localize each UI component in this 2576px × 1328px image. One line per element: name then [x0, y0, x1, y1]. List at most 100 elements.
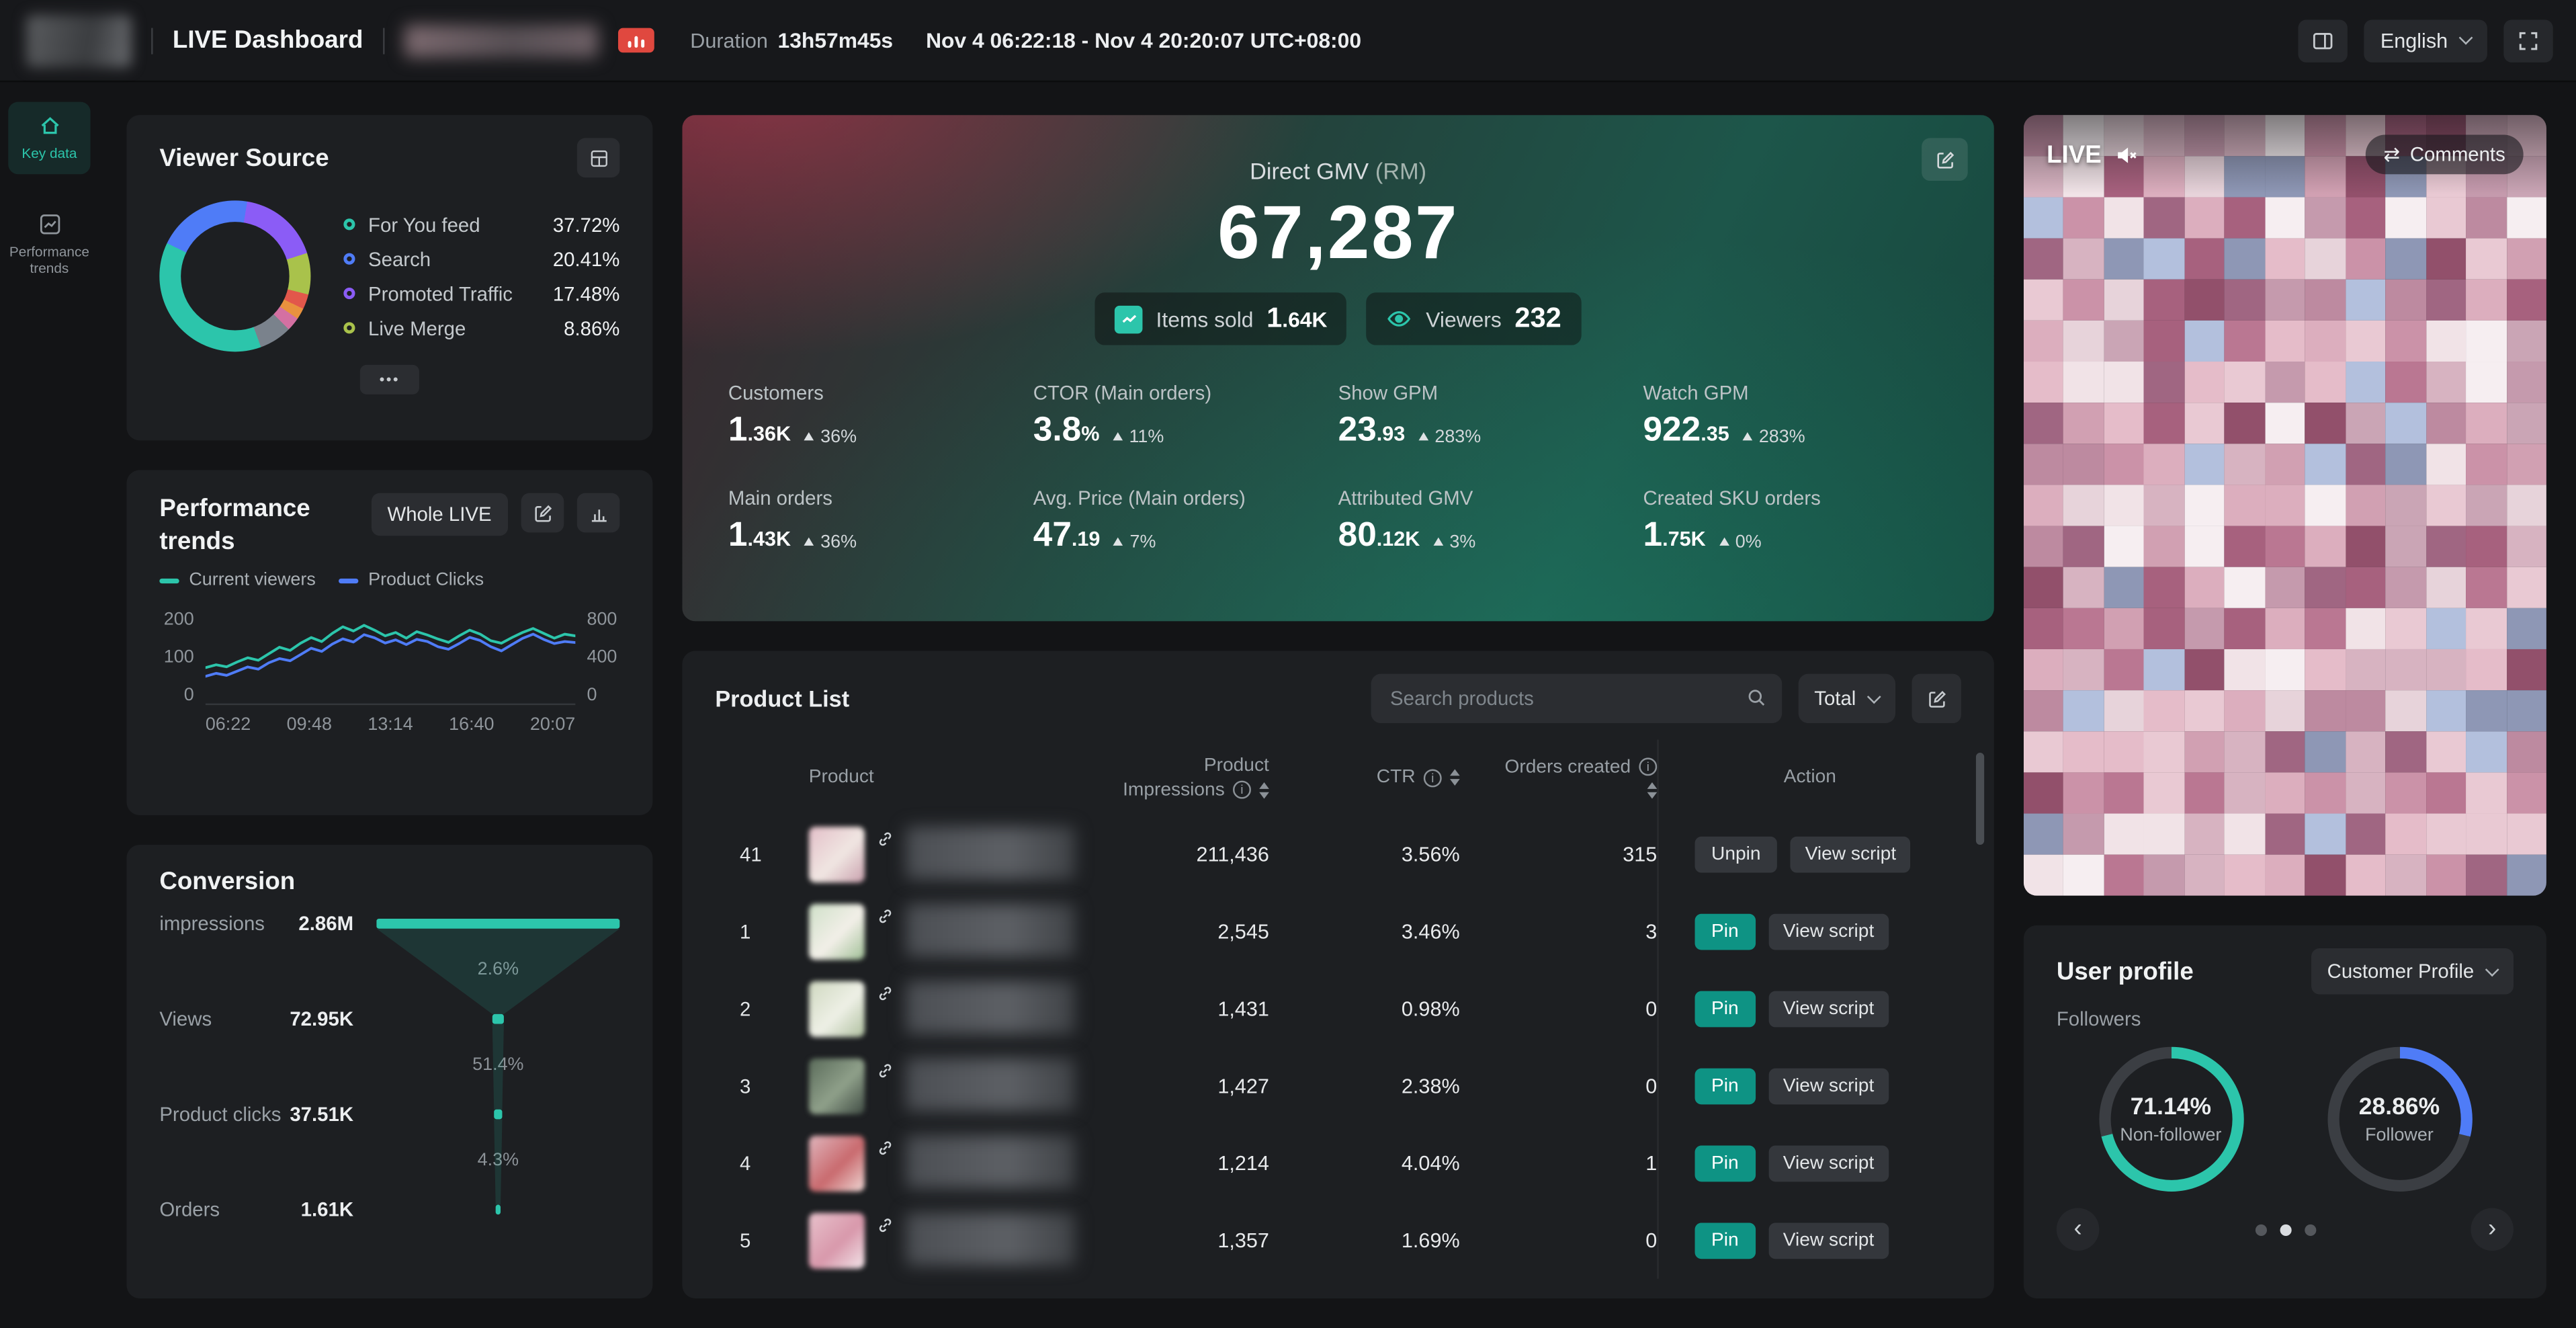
gmv-metric: Attributed GMV 80.12K 3%	[1338, 487, 1643, 556]
ctr-value: 3.46%	[1269, 919, 1460, 942]
swap-icon: ⇄	[2384, 144, 2401, 164]
link-icon[interactable]	[876, 1138, 894, 1157]
impressions-value: 211,436	[1075, 842, 1269, 865]
layout-panel-button[interactable]	[2298, 19, 2347, 62]
impressions-value: 1,214	[1075, 1151, 1269, 1174]
scrollbar[interactable]	[1976, 753, 1984, 845]
pagination-dot[interactable]	[2279, 1224, 2290, 1235]
items-sold-value: 1.64K	[1266, 302, 1327, 335]
gmv-metrics-grid: Customers 1.36K 36% CTOR (Main orders) 3…	[728, 381, 1948, 555]
y-axis-left: 2001000	[159, 610, 206, 705]
pin-button[interactable]: Pin	[1695, 990, 1756, 1026]
pin-button[interactable]: Unpin	[1695, 836, 1777, 872]
grid-icon	[588, 147, 609, 169]
ctr-value: 3.56%	[1269, 842, 1460, 865]
fullscreen-button[interactable]	[2503, 19, 2552, 62]
edit-columns-button[interactable]	[1912, 674, 1961, 723]
search-icon[interactable]	[1746, 687, 1767, 708]
legend-label: Live Merge	[368, 317, 466, 339]
view-script-button[interactable]: View script	[1768, 913, 1889, 949]
product-image-redacted	[809, 1212, 865, 1268]
conversion-body: impressions2.86MViews72.95KProduct click…	[159, 903, 619, 1294]
search-input[interactable]	[1371, 674, 1782, 723]
muted-speaker-icon[interactable]	[2114, 142, 2139, 167]
top-bar-right: English	[2298, 19, 2552, 62]
sort-icon[interactable]	[1259, 782, 1269, 798]
table-row: 4 1,214 4.04% 1 Pin View script	[715, 1124, 1961, 1202]
view-script-button[interactable]: View script	[1768, 990, 1889, 1026]
view-script-button[interactable]: View script	[1791, 836, 1912, 872]
ctr-value: 4.04%	[1269, 1151, 1460, 1174]
edit-metrics-button[interactable]	[1922, 138, 1968, 181]
pin-button[interactable]: Pin	[1695, 1145, 1756, 1181]
metric-value: 3.8% 11%	[1033, 411, 1338, 450]
edit-card-button[interactable]	[521, 493, 564, 533]
table-view-button[interactable]	[577, 138, 620, 177]
orders-column-header: Orders createdi	[1460, 757, 1658, 798]
product-rank: 41	[715, 842, 787, 865]
metric-value: 1.75K 0%	[1643, 516, 1948, 556]
gmv-metric: Watch GPM 922.35 283%	[1643, 381, 1948, 450]
product-cell	[787, 903, 1075, 959]
trend-legend: Current viewersProduct Clicks	[159, 571, 619, 590]
view-script-button[interactable]: View script	[1768, 1222, 1889, 1258]
total-filter-dropdown[interactable]: Total	[1798, 674, 1895, 723]
pagination-dot[interactable]	[2304, 1224, 2315, 1235]
trend-chart: 2001000 8004000	[159, 610, 619, 705]
prev-page-button[interactable]: ‹	[2057, 1208, 2100, 1251]
customer-profile-dropdown[interactable]: Customer Profile	[2311, 948, 2514, 994]
more-options-button[interactable]: •••	[360, 365, 419, 395]
legend-item: Live Merge 8.86%	[343, 317, 619, 339]
view-script-button[interactable]: View script	[1768, 1067, 1889, 1104]
info-icon[interactable]: i	[1233, 781, 1251, 799]
legend-value: 37.72%	[553, 213, 620, 236]
live-preview-card: LIVE ⇄ Comments	[2024, 115, 2546, 896]
y-tick: 0	[587, 686, 619, 705]
viewers-label: Viewers	[1426, 306, 1502, 331]
view-script-button[interactable]: View script	[1768, 1145, 1889, 1181]
main-content: Viewer Source For You feed 37.72% Search…	[99, 82, 2576, 1328]
gmv-value: 67,287	[1217, 188, 1459, 276]
sort-icon[interactable]	[1647, 782, 1658, 798]
pagination-dot[interactable]	[2255, 1224, 2266, 1235]
info-icon[interactable]: i	[1639, 757, 1657, 776]
legend-value: 8.86%	[564, 317, 619, 339]
arrow-up-icon	[1113, 432, 1123, 440]
metric-value: 922.35 283%	[1643, 411, 1948, 450]
y-tick: 100	[159, 648, 194, 667]
table-row: 5 1,357 1.69% 0 Pin View script	[715, 1202, 1961, 1279]
action-cell: Pin View script	[1657, 1202, 1961, 1279]
link-icon[interactable]	[876, 984, 894, 1002]
product-cell	[787, 1058, 1075, 1114]
pin-button[interactable]: Pin	[1695, 1222, 1756, 1258]
orders-value: 3	[1460, 919, 1658, 942]
page-title: LIVE Dashboard	[173, 26, 363, 54]
link-icon[interactable]	[876, 907, 894, 925]
sidebar-item-performance-trends[interactable]: Performance trends	[8, 200, 90, 289]
trend-chart-icon	[37, 212, 62, 237]
link-icon[interactable]	[876, 1061, 894, 1079]
pin-button[interactable]: Pin	[1695, 1067, 1756, 1104]
comments-toggle-button[interactable]: ⇄ Comments	[2366, 135, 2524, 175]
orders-value: 1	[1460, 1151, 1658, 1174]
funnel-step: impressions2.86M	[159, 911, 353, 937]
sort-icon[interactable]	[1450, 769, 1460, 785]
link-icon[interactable]	[876, 829, 894, 847]
divider	[383, 27, 384, 53]
pin-button[interactable]: Pin	[1695, 913, 1756, 949]
sidebar-item-label: Key data	[22, 144, 77, 162]
whole-live-button[interactable]: Whole LIVE	[371, 493, 508, 536]
chart-view-button[interactable]	[577, 493, 620, 533]
info-icon[interactable]: i	[1424, 768, 1442, 786]
product-name-redacted	[906, 1058, 1075, 1110]
language-selector[interactable]: English	[2364, 19, 2487, 62]
y-tick: 0	[159, 686, 194, 705]
gmv-metric: Main orders 1.43K 36%	[728, 487, 1033, 556]
next-page-button[interactable]: ›	[2471, 1208, 2514, 1251]
product-cell	[787, 1135, 1075, 1191]
impressions-column-header: Product Impressionsi	[1075, 755, 1269, 800]
product-rank: 2	[715, 997, 787, 1020]
sidebar-item-key-data[interactable]: Key data	[8, 102, 90, 174]
link-icon[interactable]	[876, 1215, 894, 1233]
orders-value: 0	[1460, 1229, 1658, 1251]
